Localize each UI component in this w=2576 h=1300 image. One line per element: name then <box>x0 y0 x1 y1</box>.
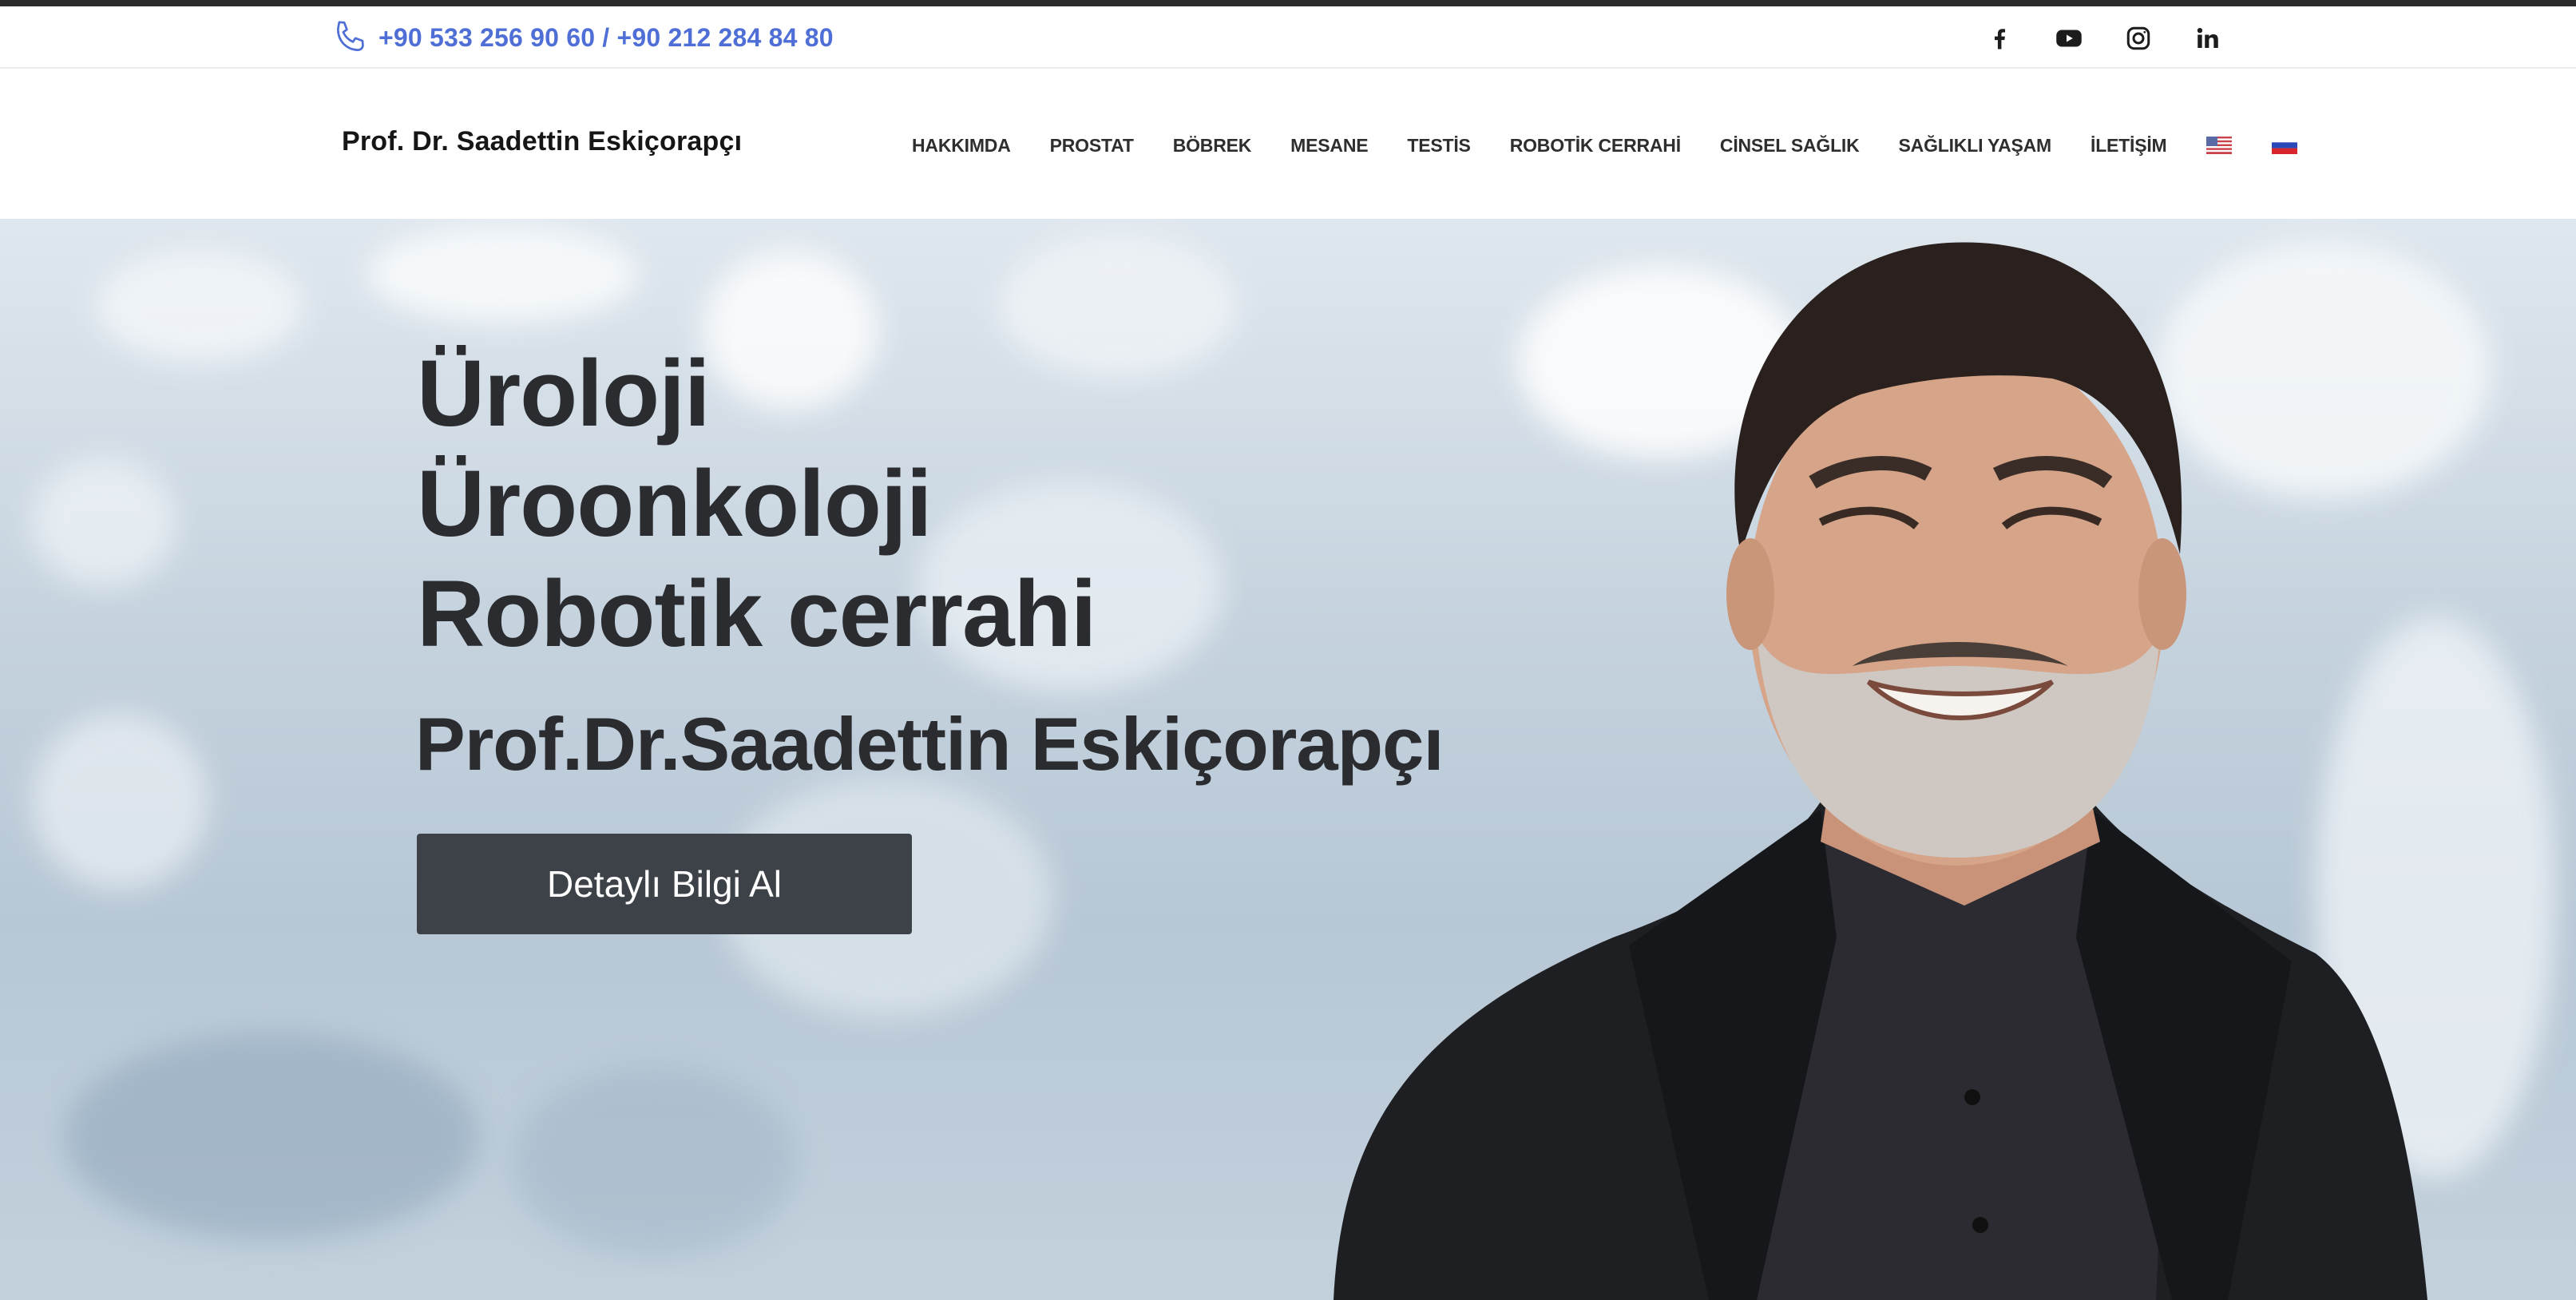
facebook-link[interactable] <box>1984 22 2015 54</box>
hero-specialties: Üroloji Üroonkoloji Robotik cerrahi <box>417 339 1097 669</box>
linkedin-icon <box>2197 27 2218 48</box>
top-bar: +90 533 256 90 60 / +90 212 284 84 80 <box>0 6 2576 69</box>
facebook-icon <box>1995 29 2006 50</box>
top-strip <box>0 0 2576 6</box>
nav-bobrek[interactable]: BÖBREK <box>1173 135 1252 157</box>
site-header: Prof. Dr. Saadettin Eskiçorapçı HAKKIMDA… <box>0 69 2576 219</box>
nav-prostat[interactable]: PROSTAT <box>1050 135 1134 157</box>
us-flag-icon[interactable] <box>2205 137 2232 154</box>
hero-line-uroonkoloji: Üroonkoloji <box>417 451 933 557</box>
nav-mesane[interactable]: MESANE <box>1290 135 1368 157</box>
nav-iletisim[interactable]: İLETİŞİM <box>2091 135 2167 157</box>
nav-cinsel-saglik[interactable]: CİNSEL SAĞLIK <box>1720 135 1860 157</box>
social-links <box>1984 22 2224 54</box>
youtube-icon <box>2056 30 2082 47</box>
hero-doctor-name: Prof.Dr.Saadettin Eskiçorapçı <box>415 702 1444 786</box>
main-nav: HAKKIMDA PROSTAT BÖBREK MESANE TESTİS RO… <box>912 129 2297 161</box>
youtube-link[interactable] <box>2053 22 2085 54</box>
phone-contact[interactable]: +90 533 256 90 60 / +90 212 284 84 80 <box>331 18 834 57</box>
nav-robotik-cerrahi[interactable]: ROBOTİK CERRAHİ <box>1510 135 1681 157</box>
nav-testis[interactable]: TESTİS <box>1407 135 1471 157</box>
linkedin-link[interactable] <box>2192 22 2224 54</box>
phone-numbers[interactable]: +90 533 256 90 60 / +90 212 284 84 80 <box>378 23 834 53</box>
doctor-portrait <box>1334 242 2427 1300</box>
hero-line-uroloji: Üroloji <box>417 341 711 446</box>
instagram-icon <box>2126 26 2150 50</box>
instagram-link[interactable] <box>2122 22 2154 54</box>
detailed-info-button[interactable]: Detaylı Bilgi Al <box>417 834 912 934</box>
hero-line-robotik-cerrahi: Robotik cerrahi <box>417 561 1097 667</box>
nav-saglikli-yasam[interactable]: SAĞLIKLI YAŞAM <box>1899 135 2052 157</box>
site-logo[interactable]: Prof. Dr. Saadettin Eskiçorapçı <box>342 126 742 157</box>
ru-flag-icon[interactable] <box>2271 137 2297 154</box>
nav-hakkimda[interactable]: HAKKIMDA <box>912 135 1011 157</box>
phone-icon <box>337 21 364 51</box>
hero-section: Üroloji Üroonkoloji Robotik cerrahi Prof… <box>0 219 2576 1300</box>
